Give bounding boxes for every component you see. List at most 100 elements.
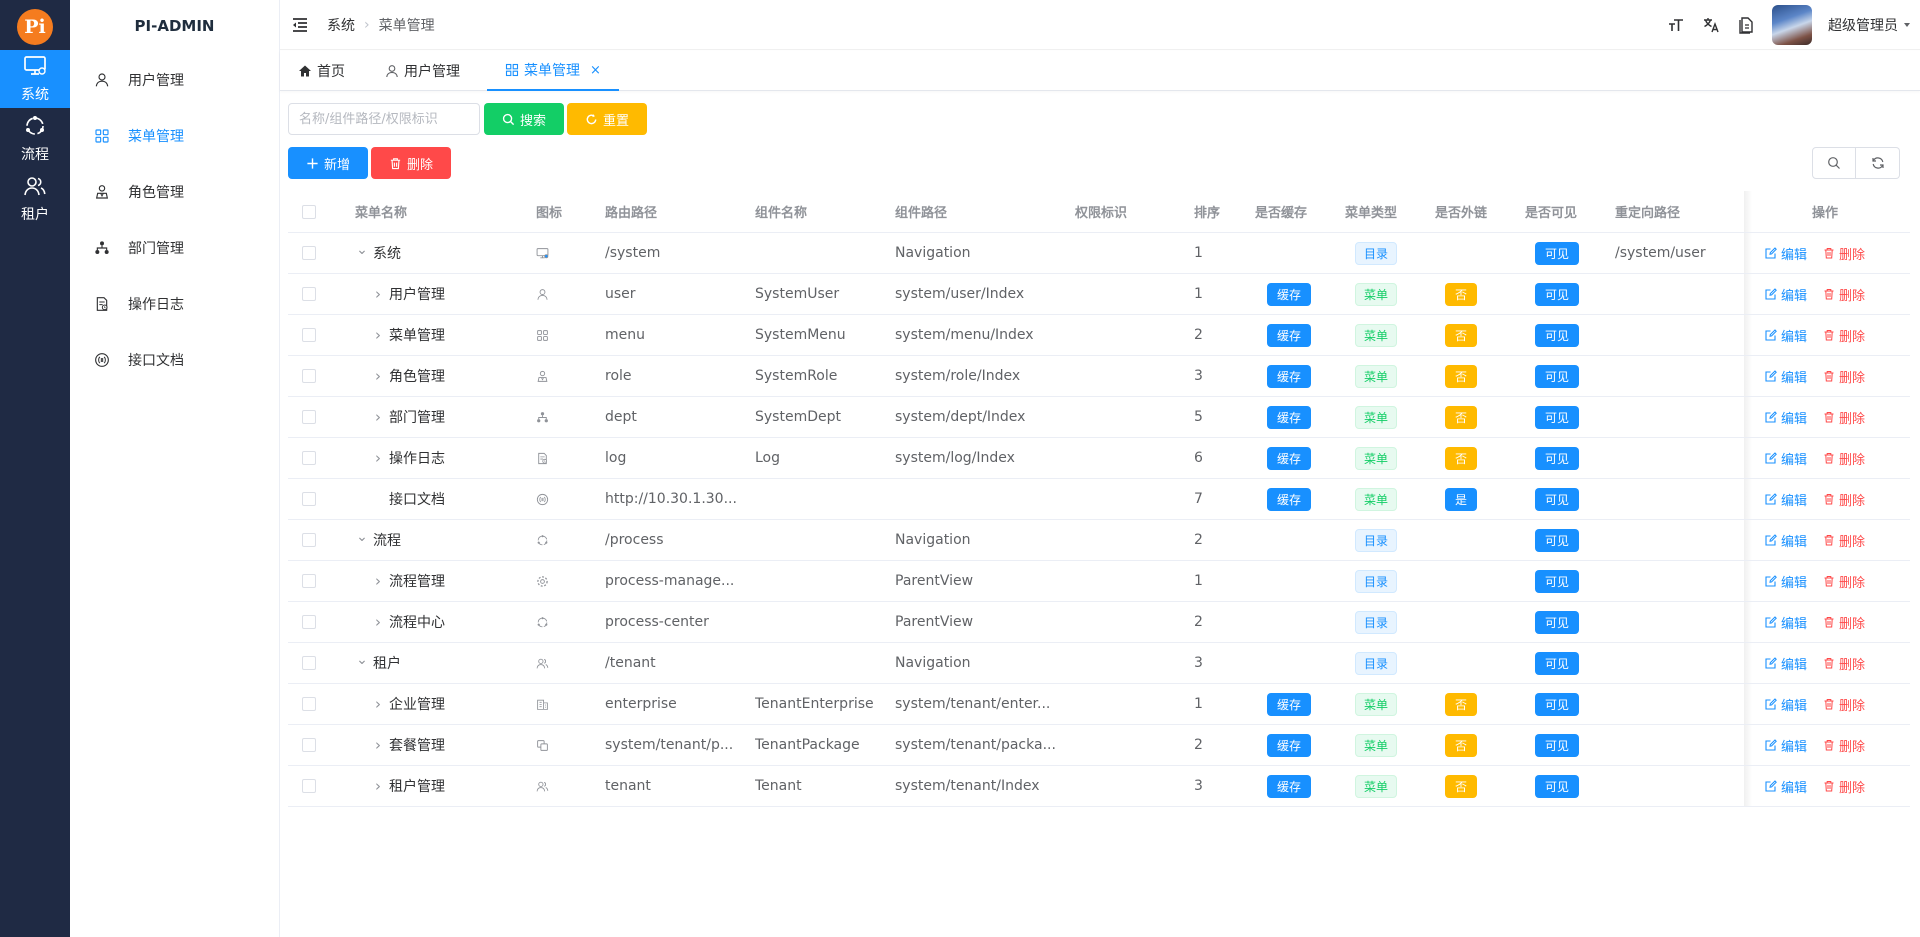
edit-button[interactable]: 编辑: [1765, 613, 1807, 632]
chevron-down-icon[interactable]: ⌄: [355, 652, 369, 668]
select-all-checkbox[interactable]: [302, 204, 316, 219]
delete-row-button[interactable]: 删除: [1823, 777, 1865, 796]
sidebar-item[interactable]: 接口文档: [70, 332, 279, 388]
edit-button[interactable]: 编辑: [1765, 408, 1807, 427]
table-row[interactable]: › 部门管理 dept SystemDept system/dept/Index 5 缓存 菜…: [288, 397, 1910, 438]
search-input[interactable]: [288, 103, 480, 135]
user-name[interactable]: 超级管理员: [1828, 15, 1898, 35]
table-row[interactable]: › 租户管理 tenant Tenant system/tenant/Index 3 缓存 菜…: [288, 766, 1910, 807]
delete-row-button[interactable]: 删除: [1823, 326, 1865, 345]
sidebar-item[interactable]: 菜单管理: [70, 108, 279, 164]
document-icon[interactable]: [1736, 15, 1756, 35]
table-row[interactable]: › 流程中心 process-center ParentView 2 目录 可见 编辑 删除: [288, 602, 1910, 643]
chevron-right-icon[interactable]: ›: [371, 695, 385, 713]
row-checkbox[interactable]: [302, 697, 316, 711]
add-button[interactable]: 新增: [288, 147, 368, 179]
chevron-right-icon[interactable]: ›: [371, 449, 385, 467]
edit-button[interactable]: 编辑: [1765, 449, 1807, 468]
breadcrumb-item[interactable]: 系统: [327, 15, 355, 35]
toggle-search-button[interactable]: [1812, 147, 1856, 179]
chevron-right-icon[interactable]: ›: [371, 736, 385, 754]
tab-home[interactable]: 首页: [298, 51, 345, 91]
chevron-right-icon[interactable]: ›: [371, 285, 385, 303]
edit-button[interactable]: 编辑: [1765, 695, 1807, 714]
tab-user-management[interactable]: 用户管理: [385, 51, 460, 91]
delete-row-button[interactable]: 删除: [1823, 367, 1865, 386]
edit-button[interactable]: 编辑: [1765, 572, 1807, 591]
edit-button[interactable]: 编辑: [1765, 654, 1807, 673]
external-cell: 否: [1445, 684, 1478, 724]
chevron-right-icon[interactable]: ›: [371, 326, 385, 344]
edit-button[interactable]: 编辑: [1765, 285, 1807, 304]
table-row[interactable]: ⌄ 系统/system Navigation 1 目录 可见/system/user 编辑…: [288, 233, 1910, 274]
table-row[interactable]: 接口文档 http://10.30.1.30... 7 缓存 菜单 是 可见 编辑 删除: [288, 479, 1910, 520]
delete-row-button[interactable]: 删除: [1823, 531, 1865, 550]
edit-button[interactable]: 编辑: [1765, 531, 1807, 550]
chevron-right-icon[interactable]: ›: [371, 777, 385, 795]
menu-fold-icon[interactable]: [291, 16, 309, 34]
table-row[interactable]: › 用户管理 user SystemUser system/user/Index 1 缓存 菜…: [288, 274, 1910, 315]
delete-row-button[interactable]: 删除: [1823, 695, 1865, 714]
refresh-table-button[interactable]: [1856, 147, 1900, 179]
table-row[interactable]: › 操作日志 log Log system/log/Index 6 缓存 菜单 否 可见 编辑 删…: [288, 438, 1910, 479]
edit-button[interactable]: 编辑: [1765, 326, 1807, 345]
table-row[interactable]: › 企业管理 enterprise TenantEnterprise system/te…: [288, 684, 1910, 725]
row-checkbox[interactable]: [302, 492, 316, 506]
edit-button[interactable]: 编辑: [1765, 244, 1807, 263]
row-checkbox[interactable]: [302, 287, 316, 301]
row-checkbox[interactable]: [302, 738, 316, 752]
table-row[interactable]: › 菜单管理 menu SystemMenu system/menu/Index 2 缓存 菜…: [288, 315, 1910, 356]
row-checkbox[interactable]: [302, 369, 316, 383]
close-icon[interactable]: ×: [590, 63, 601, 78]
row-checkbox[interactable]: [302, 779, 316, 793]
edit-button[interactable]: 编辑: [1765, 490, 1807, 509]
row-checkbox[interactable]: [302, 451, 316, 465]
chevron-down-icon[interactable]: [1904, 23, 1910, 27]
chevron-right-icon[interactable]: ›: [371, 572, 385, 590]
table-row[interactable]: ⌄ 租户/tenant Navigation 3 目录 可见 编辑 删除: [288, 643, 1910, 684]
rail-item-process[interactable]: 流程: [0, 110, 70, 168]
row-checkbox[interactable]: [302, 574, 316, 588]
delete-row-button[interactable]: 删除: [1823, 285, 1865, 304]
edit-button[interactable]: 编辑: [1765, 736, 1807, 755]
rail-item-system[interactable]: 系统: [0, 50, 70, 108]
delete-row-button[interactable]: 删除: [1823, 490, 1865, 509]
delete-row-button[interactable]: 删除: [1823, 449, 1865, 468]
edit-button[interactable]: 编辑: [1765, 777, 1807, 796]
avatar[interactable]: [1772, 5, 1812, 45]
rail-item-tenant[interactable]: 租户: [0, 170, 70, 228]
row-checkbox[interactable]: [302, 328, 316, 342]
reset-button[interactable]: 重置: [567, 103, 647, 135]
delete-row-button[interactable]: 删除: [1823, 613, 1865, 632]
row-checkbox[interactable]: [302, 656, 316, 670]
chevron-right-icon[interactable]: ›: [371, 613, 385, 631]
sidebar-item[interactable]: 角色管理: [70, 164, 279, 220]
delete-row-button[interactable]: 删除: [1823, 408, 1865, 427]
chevron-down-icon[interactable]: ⌄: [355, 529, 369, 545]
search-button[interactable]: 搜索: [484, 103, 564, 135]
row-checkbox[interactable]: [302, 246, 316, 260]
row-checkbox[interactable]: [302, 615, 316, 629]
row-checkbox[interactable]: [302, 410, 316, 424]
font-size-icon[interactable]: [1666, 15, 1686, 35]
sidebar-item[interactable]: 部门管理: [70, 220, 279, 276]
delete-row-button[interactable]: 删除: [1823, 244, 1865, 263]
table-row[interactable]: ⌄ 流程/process Navigation 2 目录 可见 编辑 删除: [288, 520, 1910, 561]
delete-row-button[interactable]: 删除: [1823, 654, 1865, 673]
chevron-down-icon[interactable]: ⌄: [355, 242, 369, 258]
delete-button[interactable]: 删除: [371, 147, 451, 179]
external-tag: 否: [1445, 405, 1478, 429]
translate-icon[interactable]: [1701, 15, 1721, 35]
row-checkbox[interactable]: [302, 533, 316, 547]
sidebar-item[interactable]: 用户管理: [70, 52, 279, 108]
chevron-right-icon[interactable]: ›: [371, 367, 385, 385]
delete-row-button[interactable]: 删除: [1823, 736, 1865, 755]
edit-button[interactable]: 编辑: [1765, 367, 1807, 386]
delete-row-button[interactable]: 删除: [1823, 572, 1865, 591]
sidebar-item[interactable]: 操作日志: [70, 276, 279, 332]
tab-menu-management[interactable]: 菜单管理 ×: [487, 51, 619, 91]
table-row[interactable]: › 角色管理 role SystemRole system/role/Index 3 缓存 菜…: [288, 356, 1910, 397]
chevron-right-icon[interactable]: ›: [371, 408, 385, 426]
table-row[interactable]: › 流程管理 process-manage... ParentView 1 目录 可见 编辑…: [288, 561, 1910, 602]
table-row[interactable]: › 套餐管理 system/tenant/p... TenantPackage syst…: [288, 725, 1910, 766]
